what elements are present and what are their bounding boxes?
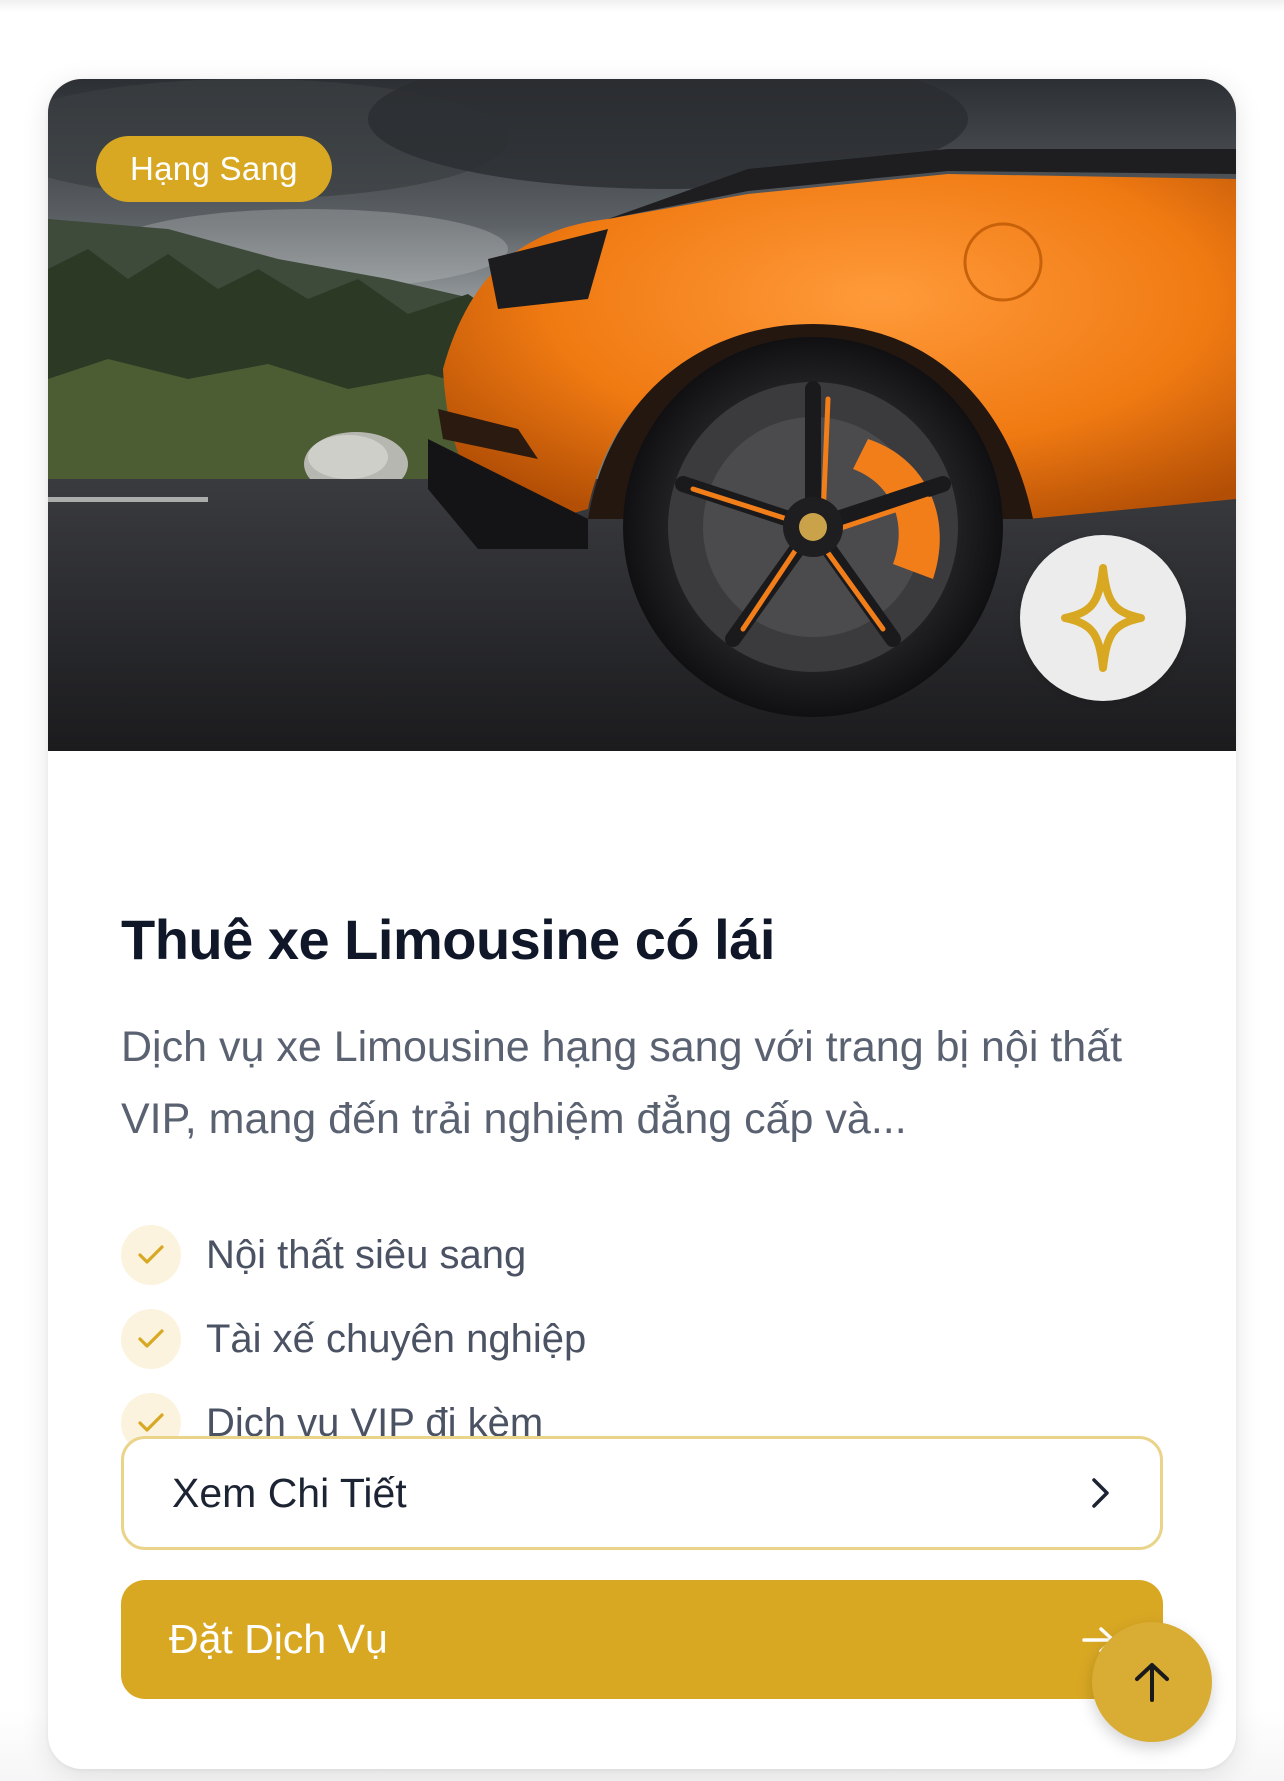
header-shadow bbox=[0, 0, 1284, 12]
feature-label: Nội thất siêu sang bbox=[206, 1232, 527, 1277]
sparkle-icon-button[interactable] bbox=[1020, 535, 1186, 701]
service-image: Hạng Sang bbox=[48, 79, 1236, 751]
feature-item: Tài xế chuyên nghiệp bbox=[121, 1297, 1121, 1381]
category-badge: Hạng Sang bbox=[96, 136, 332, 202]
sparkle-icon bbox=[1061, 564, 1145, 672]
feature-list: Nội thất siêu sang Tài xế chuyên nghiệp … bbox=[121, 1213, 1121, 1465]
arrow-up-icon bbox=[1135, 1663, 1169, 1702]
book-service-button[interactable]: Đặt Dịch Vụ bbox=[121, 1580, 1163, 1699]
page: Hạng Sang Thuê xe Limousine có lái Dịch … bbox=[0, 0, 1284, 1781]
check-icon bbox=[121, 1225, 181, 1285]
feature-label: Tài xế chuyên nghiệp bbox=[206, 1316, 587, 1361]
feature-item: Nội thất siêu sang bbox=[121, 1213, 1121, 1297]
service-card: Hạng Sang Thuê xe Limousine có lái Dịch … bbox=[48, 79, 1236, 1769]
scroll-to-top-button[interactable] bbox=[1092, 1622, 1212, 1742]
view-details-label: Xem Chi Tiết bbox=[172, 1469, 407, 1516]
view-details-button[interactable]: Xem Chi Tiết bbox=[121, 1436, 1163, 1550]
service-title: Thuê xe Limousine có lái bbox=[121, 908, 775, 971]
book-service-label: Đặt Dịch Vụ bbox=[169, 1616, 388, 1662]
chevron-right-icon bbox=[1092, 1478, 1109, 1508]
service-description: Dịch vụ xe Limousine hạng sang với trang… bbox=[121, 1023, 1123, 1143]
check-icon bbox=[121, 1309, 181, 1369]
